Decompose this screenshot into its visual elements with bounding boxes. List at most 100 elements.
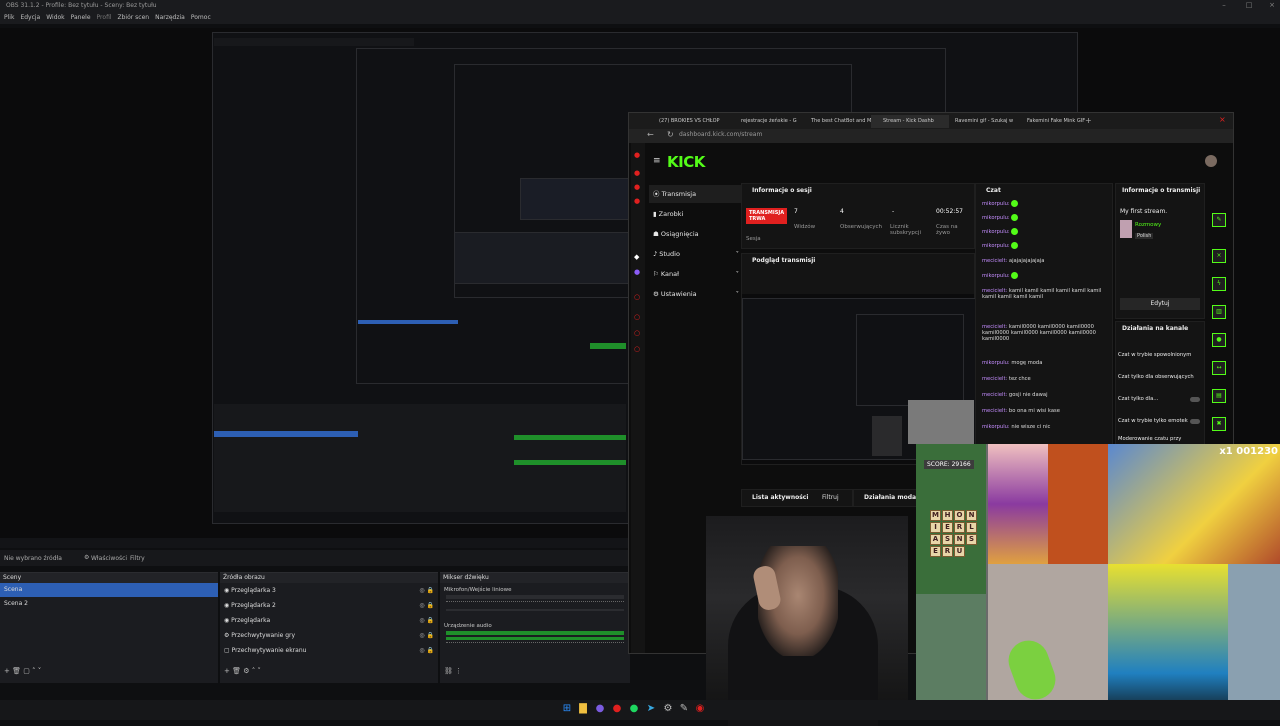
nav-transmisja[interactable]: ⦿ Transmisja [649,185,743,203]
eye-lock-icon[interactable]: ◎ 🔒 [419,583,434,598]
app-icon[interactable]: ◉ [694,703,706,715]
chat-user[interactable]: mikorpulu: [982,424,1010,430]
browser-tab[interactable]: rejestracje żeńskie - G [729,115,807,128]
channel-action-subs[interactable]: Czat tylko dla... [1118,396,1158,402]
avatar[interactable] [1205,155,1217,167]
source-item[interactable]: ⚙ Przechwytywanie gry ◎ 🔒 [220,628,438,643]
menu-panele[interactable]: Panele [71,12,91,24]
source-controls[interactable]: + 🗑 ⚙ ˄ ˅ [224,667,261,675]
menu-narzedzia[interactable]: Narzędzia [155,12,185,24]
maximize-icon[interactable]: □ [1245,1,1253,9]
eye-lock-icon[interactable]: ◎ 🔒 [419,613,434,628]
sidebar-app-icon[interactable]: ● [634,183,640,191]
pencil-icon[interactable]: ✎ [1212,213,1226,227]
nav-zarobki[interactable]: ▮ Zarobki [649,205,743,223]
chat-user[interactable]: mikorpulu: [982,201,1010,207]
eye-lock-icon[interactable]: ◎ 🔒 [419,628,434,643]
telegram-icon[interactable]: ➤ [645,703,657,715]
eye-lock-icon[interactable]: ◎ 🔒 [419,643,434,658]
lightning-icon[interactable]: ϟ [1212,277,1226,291]
sidebar-app-icon[interactable]: ● [634,197,640,205]
browser-icon[interactable]: ● [611,703,623,715]
sidebar-app-icon[interactable]: ○ [634,293,640,301]
sidebar-app-icon[interactable]: ○ [634,313,640,321]
category-name[interactable]: Rozmowy [1135,222,1161,228]
nav-ustawienia[interactable]: ⚙ Ustawienia ˅ [649,285,743,303]
close-icon[interactable]: × [1212,249,1226,263]
close-icon[interactable]: × [1268,1,1276,9]
chat-user[interactable]: mecicielt: [982,408,1007,414]
channel-action-moderation[interactable]: Moderowanie czatu przy [1118,436,1181,442]
close-icon[interactable]: × [1219,115,1226,124]
menu-edycja[interactable]: Edycja [20,12,40,24]
toggle-switch[interactable] [1190,419,1200,424]
nav-osiagniecia[interactable]: ☗ Osiągnięcia [649,225,743,243]
steam-icon[interactable]: ⚙ [662,703,674,715]
sidebar-app-icon[interactable]: ● [634,169,640,177]
filters-button[interactable]: Filtry [130,555,145,562]
minimize-icon[interactable]: – [1220,1,1228,9]
chat-user[interactable]: mikorpulu: [982,229,1010,235]
chat-user[interactable]: mecicielt: [982,392,1007,398]
trash-icon[interactable]: ▥ [1212,305,1226,319]
calendar-icon[interactable]: ▤ [1212,389,1226,403]
sidebar-app-icon[interactable]: ○ [634,329,640,337]
url-input[interactable]: dashboard.kick.com/stream [679,131,762,138]
sidebar-app-icon[interactable]: ◆ [634,253,639,261]
browser-tab[interactable]: Ravemini gif - Szukaj w [943,115,1021,128]
eye-lock-icon[interactable]: ◎ 🔒 [419,598,434,613]
chat-user[interactable]: mecicielt: [982,258,1007,264]
source-item[interactable]: ▢ Przechwytywanie ekranu ◎ 🔒 [220,643,438,658]
back-icon[interactable]: ← [647,130,654,139]
source-item[interactable]: ◉ Przeglądarka ◎ 🔒 [220,613,438,628]
chat-user[interactable]: mikorpulu: [982,360,1010,366]
new-tab-icon[interactable]: + [1085,116,1092,125]
nav-studio[interactable]: ♪ Studio ˅ [649,245,743,263]
sidebar-app-icon[interactable]: ○ [634,345,640,353]
spotify-icon[interactable]: ● [628,703,640,715]
browser-tab-active[interactable]: Stream - Kick Dashb [871,115,949,128]
file-explorer-icon[interactable]: ▇ [577,703,589,715]
channel-action-slow[interactable]: Czat w trybie spowolnionym [1118,352,1191,358]
arrows-icon[interactable]: ↔ [1212,361,1226,375]
chat-user[interactable]: mecicielt: [982,376,1007,382]
browser-tab[interactable]: The best ChatBot and M [799,115,879,128]
kick-logo[interactable]: KICK [667,153,705,171]
app-icon[interactable]: ● [594,703,606,715]
menu-icon[interactable]: ≡ [653,156,661,166]
mixer-slider-1[interactable] [446,609,624,611]
channel-action-emotes[interactable]: Czat w trybie tylko emotek [1118,418,1188,424]
menu-widok[interactable]: Widok [46,12,64,24]
chat-icon[interactable]: ● [1212,333,1226,347]
wrench-icon[interactable]: ✖ [1212,417,1226,431]
windows-start-icon[interactable]: ⊞ [561,703,573,715]
sidebar-app-icon[interactable]: ● [634,268,640,276]
scene-item[interactable]: Scena 2 [0,597,218,611]
filter-button[interactable]: Filtruj [822,494,839,501]
properties-button[interactable]: Właściwości [91,555,127,562]
gear-icon[interactable]: ⚙ [84,554,89,561]
nav-kanal[interactable]: ⚐ Kanał ˅ [649,265,743,283]
mixer-controls[interactable]: ⛓ ⋮ [444,667,462,675]
preview-video[interactable] [742,294,976,464]
reload-icon[interactable]: ↻ [667,130,674,139]
menu-pomoc[interactable]: Pomoc [191,12,211,24]
menu-zbior-scen[interactable]: Zbiór scen [118,12,150,24]
browser-tab[interactable]: (27) BROKIES VS CHŁOP [647,115,739,128]
toggle-switch[interactable] [1190,397,1200,402]
chat-user[interactable]: mikorpulu: [982,243,1010,249]
sidebar-app-icon[interactable]: ● [634,151,640,159]
edit-button[interactable]: Edytuj [1120,298,1200,310]
source-item[interactable]: ◉ Przeglądarka 3 ◎ 🔒 [220,583,438,598]
chat-user[interactable]: mikorpulu: [982,215,1010,221]
source-item[interactable]: ◉ Przeglądarka 2 ◎ 🔒 [220,598,438,613]
menu-plik[interactable]: Plik [4,12,14,24]
scene-item[interactable]: Scena [0,583,218,597]
app-icon[interactable]: ✎ [678,703,690,715]
scene-controls[interactable]: + 🗑 ▢ ˄ ˅ [4,667,41,675]
menu-profil[interactable]: Profil [97,12,112,24]
browser-tab[interactable]: Fakemini Fake Mink GIF [1015,115,1093,128]
chat-user[interactable]: mikorpulu: [982,273,1010,279]
channel-action-followers[interactable]: Czat tylko dla obserwujących [1118,374,1194,380]
letter-tile: A [930,534,941,545]
